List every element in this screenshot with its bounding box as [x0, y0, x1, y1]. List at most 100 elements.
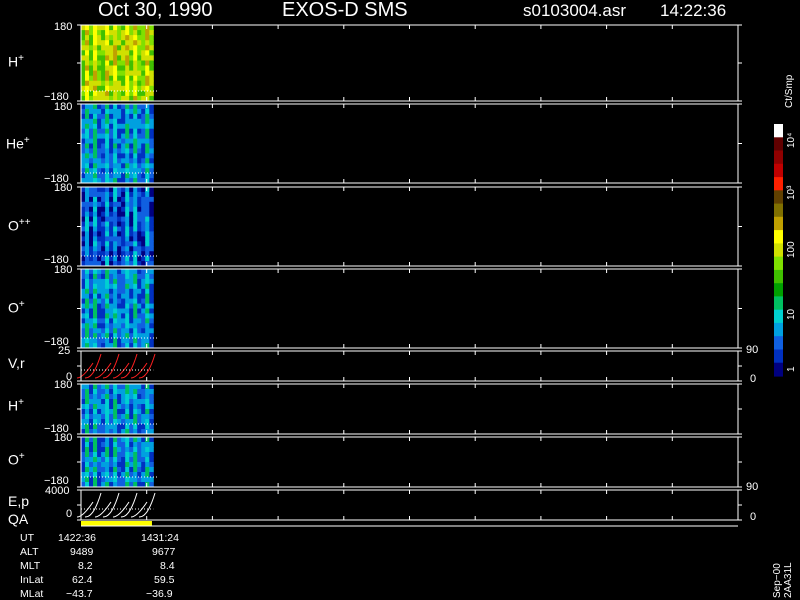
heatmap-cell — [141, 173, 146, 179]
heatmap-cell — [101, 278, 106, 285]
heatmap-cell — [105, 133, 110, 139]
heatmap-cell — [133, 201, 138, 208]
heatmap-cell — [97, 457, 102, 463]
heatmap-cell — [113, 424, 118, 430]
heatmap-cell — [81, 414, 86, 420]
colorbar-swatch — [774, 256, 783, 271]
heatmap-cell — [137, 389, 142, 395]
heatmap-cell — [145, 236, 150, 242]
heatmap-cell — [145, 118, 150, 125]
heatmap-cell — [121, 30, 126, 36]
heatmap-cell — [113, 437, 118, 443]
heatmap-cell — [121, 158, 126, 164]
heatmap-cell — [101, 143, 106, 149]
heatmap-cell — [129, 338, 134, 344]
heatmap-cell — [145, 246, 150, 252]
heatmap-cell — [101, 108, 106, 115]
heatmap-cell — [125, 442, 130, 448]
heatmap-cell — [113, 50, 118, 56]
heatmap-cell — [117, 323, 122, 329]
heatmap-cell — [113, 419, 118, 425]
heatmap-cell — [105, 143, 110, 149]
heatmap-cell — [129, 80, 134, 87]
heatmap-cell — [89, 206, 94, 213]
heatmap-cell — [89, 108, 94, 115]
heatmap-cell — [117, 173, 122, 179]
heatmap-cell — [129, 128, 134, 135]
heatmap-cell — [145, 288, 150, 295]
heatmap-cell — [125, 447, 130, 453]
heatmap-cell — [141, 404, 146, 410]
heatmap-cell — [97, 269, 102, 275]
heatmap-cell — [85, 191, 90, 198]
heatmap-cell — [85, 153, 90, 159]
heatmap-cell — [101, 187, 106, 193]
heatmap-cell — [129, 113, 134, 120]
heatmap-cell — [97, 143, 102, 149]
heatmap-cell — [113, 133, 118, 139]
heatmap-cell — [113, 108, 118, 115]
heatmap-cell — [93, 231, 98, 237]
heatmap-cell — [133, 65, 138, 72]
heatmap-cell — [129, 148, 134, 154]
heatmap-cell — [145, 283, 150, 290]
heatmap-cell — [117, 404, 122, 410]
heatmap-cell — [137, 158, 142, 164]
heatmap-cell — [137, 196, 142, 203]
heatmap-cell — [117, 457, 122, 463]
heatmap-cell — [121, 25, 126, 31]
heatmap-cell — [85, 211, 90, 218]
heatmap-cell — [117, 108, 122, 115]
colorbar-swatch — [774, 283, 783, 298]
heatmap-cell — [101, 298, 106, 304]
heatmap-cell — [117, 467, 122, 473]
heatmap-cell — [149, 313, 154, 319]
heatmap-cell — [93, 201, 98, 208]
series-trace — [84, 353, 102, 379]
heatmap-cell — [141, 90, 146, 97]
heatmap-cell — [149, 90, 154, 97]
heatmap-cell — [145, 328, 150, 334]
heatmap-cell — [137, 30, 142, 36]
heatmap-cell — [85, 118, 90, 125]
heatmap-cell — [137, 123, 142, 130]
heatmap-cell — [145, 399, 150, 405]
heatmap-cell — [141, 323, 146, 329]
heatmap-cell — [85, 278, 90, 285]
heatmap-cell — [113, 153, 118, 159]
heatmap-cell — [93, 414, 98, 420]
heatmap-cell — [85, 318, 90, 324]
heatmap-cell — [97, 318, 102, 324]
heatmap-cell — [145, 65, 150, 72]
colorbar-tick-10000: 10⁴ — [786, 132, 797, 148]
colorbar-swatch — [774, 269, 783, 284]
heatmap-cell — [145, 148, 150, 154]
heatmap-cell — [137, 143, 142, 149]
heatmap-cell — [121, 328, 126, 334]
heatmap-cell — [145, 308, 150, 314]
heatmap-cell — [105, 303, 110, 309]
heatmap-cell — [117, 55, 122, 61]
heatmap-cell — [117, 283, 122, 290]
heatmap-cell — [149, 25, 154, 31]
heatmap-cell — [121, 55, 126, 61]
heatmap-cell — [93, 153, 98, 159]
heatmap-cell — [97, 55, 102, 61]
heatmap-cell — [101, 256, 106, 262]
heatmap-cell — [149, 437, 154, 443]
heatmap-cell — [93, 50, 98, 56]
heatmap-cell — [137, 409, 142, 415]
ytick-ep-top: 4000 — [45, 485, 70, 497]
heatmap-cell — [121, 384, 126, 390]
heatmap-cell — [85, 138, 90, 144]
heatmap-cell — [81, 55, 86, 61]
heatmap-cell — [93, 409, 98, 415]
info-v1-ut: 1422:36 — [58, 532, 96, 544]
heatmap-cell — [101, 442, 106, 448]
heatmap-cell — [149, 104, 154, 110]
heatmap-cell — [121, 148, 126, 154]
heatmap-cell — [85, 288, 90, 295]
heatmap-cell — [145, 462, 150, 468]
heatmap-cell — [141, 437, 146, 443]
heatmap-cell — [101, 389, 106, 395]
